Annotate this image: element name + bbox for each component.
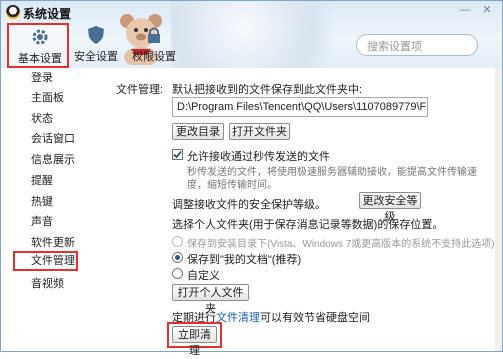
- sidebar-item-sound[interactable]: 声音: [11, 212, 83, 232]
- tab-label: 基本设置: [18, 53, 62, 65]
- file-cleanup-link[interactable]: 文件清理: [216, 312, 260, 324]
- open-folder-button[interactable]: 打开文件夹: [229, 123, 290, 140]
- lock-icon: [148, 27, 160, 43]
- gear-icon: [32, 29, 48, 45]
- open-personal-folder-button[interactable]: 打开个人文件夹: [172, 284, 249, 315]
- save-path-field[interactable]: D:\Program Files\Tencent\QQ\Users\110708…: [172, 97, 428, 117]
- security-level-label: 调整接收文件的安全保护等级。: [172, 199, 326, 211]
- radio-install-dir[interactable]: [172, 236, 183, 247]
- file-management-panel: 文件管理: 默认把接收到的文件保存到此文件夹中: D:\Program File…: [98, 68, 502, 357]
- sidebar: 登录 主面板 状态 会话窗口 信息展示 提醒 热键 声音 软件更新 文件管理 音…: [1, 68, 99, 351]
- sidebar-item-software-update[interactable]: 软件更新: [11, 233, 83, 253]
- radio-custom[interactable]: [172, 268, 183, 279]
- sidebar-item-audio-video[interactable]: 音视频: [11, 274, 83, 294]
- allow-instant-label: 允许接收通过秒传发送的文件: [187, 151, 330, 163]
- sidebar-item-main-panel[interactable]: 主面板: [11, 88, 83, 108]
- shield-icon: [88, 26, 104, 44]
- default-save-label: 默认把接收到的文件保存到此文件夹中:: [172, 84, 363, 96]
- sidebar-item-hotkey[interactable]: 热键: [11, 192, 83, 212]
- sidebar-item-reminder[interactable]: 提醒: [11, 171, 83, 191]
- instant-desc-line2: 度，缩短传输时间。: [187, 180, 277, 191]
- radio-install-dir-label: 保存到安装目录下(Vista、Windows 7或更高版本的系统不支持此选项): [187, 239, 495, 250]
- change-directory-button[interactable]: 更改目录: [172, 123, 224, 140]
- sidebar-item-file-management[interactable]: 文件管理: [13, 251, 78, 271]
- personal-folder-label: 选择个人文件夹(用于保存消息记录等数据)的保存位置。: [172, 219, 444, 231]
- tab-security-settings[interactable]: 安全设置: [65, 23, 127, 68]
- close-button[interactable]: ✕: [479, 3, 495, 17]
- snow-background: [171, 1, 351, 68]
- radio-custom-label: 自定义: [187, 270, 220, 282]
- search-input[interactable]: 搜索设置项: [356, 34, 478, 56]
- section-label: 文件管理:: [116, 84, 164, 96]
- radio-my-documents[interactable]: [172, 252, 183, 263]
- radio-my-documents-label: 保存到"我的文档"(推荐): [187, 254, 302, 266]
- tab-label: 权限设置: [132, 51, 176, 63]
- allow-instant-checkbox[interactable]: [172, 149, 183, 160]
- tab-basic-settings[interactable]: 基本设置: [7, 23, 69, 68]
- sidebar-item-login[interactable]: 登录: [11, 68, 83, 88]
- scrollbar[interactable]: [495, 68, 502, 351]
- window-title: 系统设置: [23, 7, 72, 21]
- header-banner: 系统设置 — ✕ 基本设置 安全设置 权限设置 搜索设置项: [1, 1, 502, 68]
- tab-label: 安全设置: [74, 51, 118, 63]
- settings-window: 系统设置 — ✕ 基本设置 安全设置 权限设置 搜索设置项 登录 主面板 状态 …: [0, 0, 503, 357]
- cleanup-suffix: 可以有效节省硬盘空间: [260, 312, 370, 324]
- search-placeholder: 搜索设置项: [367, 41, 422, 53]
- sidebar-item-info-display[interactable]: 信息展示: [11, 150, 83, 170]
- tab-permission-settings[interactable]: 权限设置: [123, 23, 185, 68]
- minimize-button[interactable]: —: [457, 3, 473, 17]
- cleanup-now-button[interactable]: 立即清理: [172, 326, 217, 357]
- checkmark-icon: [173, 150, 182, 159]
- sidebar-item-status[interactable]: 状态: [11, 109, 83, 129]
- change-security-button[interactable]: 更改安全等级: [359, 192, 421, 223]
- qq-logo-icon: [6, 5, 20, 19]
- sidebar-item-chat-window[interactable]: 会话窗口: [11, 129, 83, 149]
